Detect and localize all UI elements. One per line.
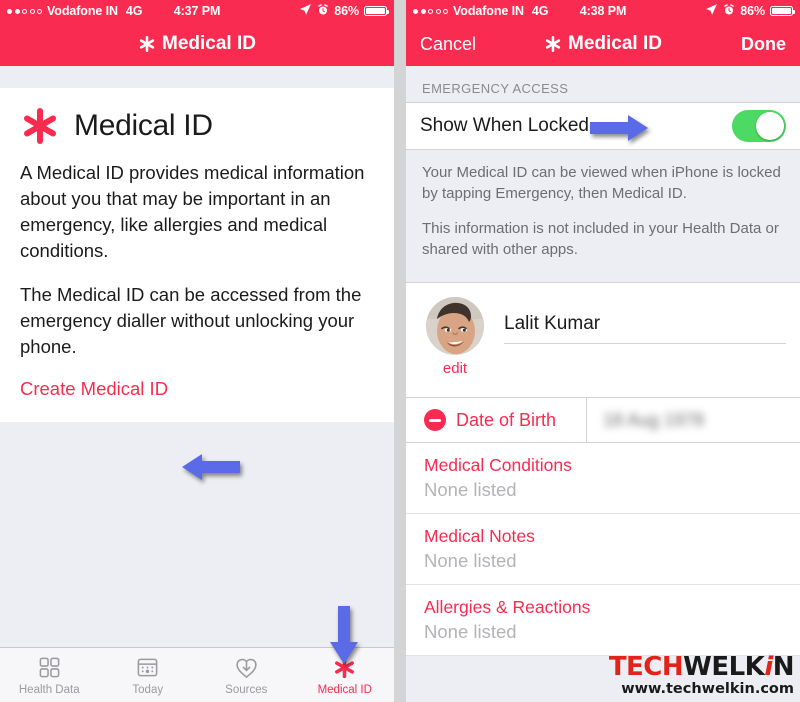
medical-id-asterisk-icon [138,35,156,53]
top-spacer [0,66,394,88]
field-value: None listed [424,550,517,571]
medical-id-intro-card: Medical ID A Medical ID provides medical… [0,88,394,422]
right-nav-bar: Cancel Medical ID Done [406,22,800,66]
intro-paragraph-2: The Medical ID can be accessed from the … [20,284,362,357]
emergency-access-footnote-2: This information is not included in your… [422,220,779,258]
medical-id-asterisk-icon [20,106,60,146]
calendar-icon [136,655,159,681]
status-bar-right-icons: 86% [705,3,795,19]
field-value: None listed [424,479,517,500]
signal-strength-dots [413,8,448,14]
name-field[interactable]: Lalit Kumar [504,313,786,344]
edit-photo-link[interactable]: edit [443,360,467,377]
avatar-wrap: edit [424,297,486,377]
annotation-arrow-show-when-locked [588,112,650,149]
tab-sources[interactable]: Sources [197,648,296,702]
alarm-clock-icon [723,3,735,19]
field-label: Allergies & Reactions [424,597,591,617]
field-allergies-reactions[interactable]: Allergies & Reactions None listed [406,585,800,656]
page-title: Medical ID [74,109,213,142]
left-screen-body: Medical ID A Medical ID provides medical… [0,66,394,702]
nav-title-text: Medical ID [568,33,662,54]
nav-title-medical-id: Medical ID [0,33,394,55]
profile-row: edit Lalit Kumar [406,297,800,377]
tab-label: Health Data [18,683,80,696]
field-label: Medical Notes [424,526,535,546]
right-screen-body: EMERGENCY ACCESS Show When Locked Your M… [406,66,800,702]
location-arrow-icon [299,3,312,19]
section-header-emergency-access: EMERGENCY ACCESS [422,81,569,96]
dual-screenshot-container: Vodafone IN 4G 4:37 PM 86% Medical ID Me… [0,0,800,702]
battery-percent-label: 86% [334,4,359,18]
tab-today[interactable]: Today [99,648,198,702]
medical-id-asterisk-icon [332,655,357,681]
tab-label: Today [132,683,164,696]
alarm-clock-icon [317,3,329,19]
tab-label: Medical ID [317,683,372,696]
emergency-access-footnote-1: Your Medical ID can be viewed when iPhon… [422,164,781,202]
carrier-name: Vodafone IN [453,4,524,18]
left-nav-bar: Medical ID [0,22,394,66]
tab-health-data[interactable]: Health Data [0,648,99,702]
network-type: 4G [531,4,549,18]
show-when-locked-label: Show When Locked [420,115,589,136]
tab-medical-id[interactable]: Medical ID [296,648,395,702]
show-when-locked-row[interactable]: Show When Locked [406,102,800,150]
battery-full-icon [364,6,389,16]
signal-strength-dots [7,8,42,14]
date-of-birth-label: Date of Birth [456,398,587,442]
bottom-tab-bar: Health Data Today Sources Medical ID [0,647,394,702]
network-type: 4G [125,4,143,18]
field-medical-conditions[interactable]: Medical Conditions None listed [406,443,800,514]
user-photo-avatar[interactable] [426,297,484,355]
battery-percent-label: 86% [740,4,765,18]
field-value: None listed [424,621,517,642]
status-bar-right-icons: 86% [299,3,389,19]
minus-circle-icon[interactable] [424,409,446,431]
heart-download-icon [234,655,259,681]
field-medical-notes[interactable]: Medical Notes None listed [406,514,800,585]
location-arrow-icon [705,3,718,19]
medical-id-asterisk-icon [544,35,562,53]
carrier-name: Vodafone IN [47,4,118,18]
card-heading-row: Medical ID [20,106,374,146]
field-label: Medical Conditions [424,455,572,475]
left-phone-screen: Vodafone IN 4G 4:37 PM 86% Medical ID Me… [0,0,394,702]
show-when-locked-toggle[interactable] [732,110,786,142]
intro-paragraph-1: A Medical ID provides medical informatio… [20,162,365,261]
right-status-bar: Vodafone IN 4G 4:38 PM 86% [406,0,800,22]
profile-block: edit Lalit Kumar Date of Birth 18 Aug 19… [406,282,800,656]
battery-full-icon [770,6,795,16]
tab-label: Sources [225,683,268,696]
nav-title-text: Medical ID [162,33,256,54]
date-of-birth-row[interactable]: Date of Birth 18 Aug 1978 [406,397,800,443]
create-medical-id-link[interactable]: Create Medical ID [20,378,168,400]
cancel-button[interactable]: Cancel [420,34,476,55]
left-status-bar: Vodafone IN 4G 4:37 PM 86% [0,0,394,22]
done-button[interactable]: Done [741,34,786,55]
right-phone-screen: Vodafone IN 4G 4:38 PM 86% Cancel Medica… [406,0,800,702]
annotation-arrow-create-medical-id [180,450,242,489]
panel-divider [394,0,406,702]
grid-squares-icon [38,655,61,681]
date-of-birth-value[interactable]: 18 Aug 1978 [603,410,704,431]
